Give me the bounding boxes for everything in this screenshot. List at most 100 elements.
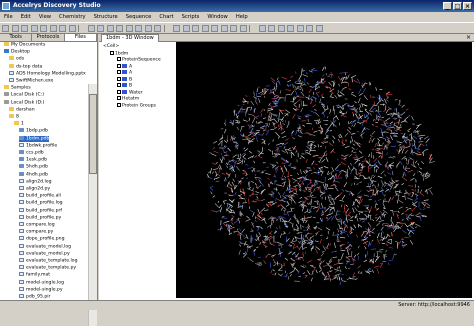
- menu-window[interactable]: Window: [203, 12, 231, 22]
- tree-item[interactable]: ods: [9, 56, 24, 62]
- menu-sequence[interactable]: Sequence: [122, 12, 156, 22]
- tree-item[interactable]: build_profile.py: [19, 215, 61, 221]
- tree-item[interactable]: darshan: [9, 107, 35, 113]
- tree-item[interactable]: 1bdwk.profile: [19, 143, 57, 149]
- tab-tools[interactable]: Tools: [0, 34, 32, 41]
- hierarchy-item[interactable]: B: [117, 83, 132, 89]
- tree-item[interactable]: 1bdm.pdb: [19, 136, 49, 142]
- tree-item[interactable]: compare.log: [19, 222, 55, 228]
- toolbar-button[interactable]: [135, 25, 142, 32]
- tree-item[interactable]: evaluate_model.log: [19, 244, 71, 250]
- toolbar-button[interactable]: [126, 25, 133, 32]
- toolbar-button[interactable]: [230, 25, 237, 32]
- toolbar-button[interactable]: [306, 25, 313, 32]
- toolbar-button[interactable]: [78, 25, 79, 32]
- toolbar-button[interactable]: [268, 25, 275, 32]
- toolbar-button[interactable]: [145, 25, 152, 32]
- tree-item[interactable]: build_profile.ali: [19, 193, 61, 199]
- visibility-checkbox[interactable]: [117, 103, 121, 107]
- visibility-checkbox[interactable]: [117, 90, 121, 94]
- tree-item[interactable]: Local Disk (C:): [4, 92, 44, 98]
- hierarchy-item[interactable]: B: [117, 77, 132, 83]
- hierarchy-item[interactable]: A: [117, 64, 132, 70]
- toolbar-button[interactable]: [173, 25, 180, 32]
- tree-item[interactable]: ds-top data: [9, 64, 42, 70]
- tree-item[interactable]: model-single.log: [19, 280, 64, 286]
- tree-item[interactable]: evaluate_template.py: [19, 265, 76, 271]
- toolbar-button[interactable]: [211, 25, 218, 32]
- tree-item[interactable]: model-single.py: [19, 287, 63, 293]
- tree-item[interactable]: build_profile.log: [19, 200, 63, 206]
- close-button[interactable]: ×: [463, 2, 472, 10]
- toolbar-button[interactable]: [297, 25, 304, 32]
- menu-scripts[interactable]: Scripts: [178, 12, 204, 22]
- protein-structure[interactable]: [176, 42, 472, 298]
- tree-item[interactable]: ccs.pdb: [19, 150, 44, 156]
- toolbar-button[interactable]: [287, 25, 294, 32]
- toolbar-button[interactable]: [2, 25, 9, 32]
- toolbar-button[interactable]: [69, 25, 76, 32]
- toolbar-button[interactable]: [88, 25, 95, 32]
- tree-item[interactable]: ADS Homology Modelling.pptx: [9, 71, 86, 77]
- tree-item[interactable]: 8: [9, 114, 19, 120]
- document-tab[interactable]: 1bdm - 3D Window: [101, 34, 159, 42]
- toolbar-button[interactable]: [221, 25, 228, 32]
- hierarchy-item[interactable]: <Cell>: [103, 44, 119, 50]
- visibility-checkbox[interactable]: [117, 70, 121, 74]
- hierarchy-item[interactable]: A: [117, 70, 132, 76]
- toolbar-button[interactable]: [50, 25, 57, 32]
- menu-structure[interactable]: Structure: [90, 12, 122, 22]
- toolbar-button[interactable]: [259, 25, 266, 32]
- tree-item[interactable]: evaluate_template.log: [19, 258, 78, 264]
- toolbar-button[interactable]: [31, 25, 38, 32]
- tree-item[interactable]: My Documents: [4, 42, 45, 48]
- menu-view[interactable]: View: [35, 12, 55, 22]
- tree-item[interactable]: 4hdh.pdb: [19, 172, 48, 178]
- toolbar-button[interactable]: [240, 25, 247, 32]
- tree-item[interactable]: 1bdp.pdb: [19, 128, 48, 134]
- tree-item[interactable]: build_profile.prf: [19, 208, 62, 214]
- visibility-checkbox[interactable]: [117, 64, 121, 68]
- hierarchy-item[interactable]: Protein Groups: [117, 103, 156, 109]
- visibility-checkbox[interactable]: [117, 96, 121, 100]
- tree-item[interactable]: 5hdh.pdb: [19, 164, 48, 170]
- toolbar-button[interactable]: [97, 25, 104, 32]
- tree-item[interactable]: Desktop: [4, 49, 30, 55]
- toolbar-button[interactable]: [59, 25, 66, 32]
- menu-chart[interactable]: Chart: [155, 12, 177, 22]
- file-tree-scrollbar[interactable]: [88, 84, 97, 326]
- toolbar-button[interactable]: [316, 25, 323, 32]
- toolbar-button[interactable]: [192, 25, 199, 32]
- tree-item[interactable]: evaluate_model.py: [19, 251, 70, 257]
- tree-item[interactable]: 1esk.pdb: [19, 157, 47, 163]
- tree-item[interactable]: SwiftMichen.exe: [9, 78, 53, 84]
- minimize-button[interactable]: _: [443, 2, 452, 10]
- visibility-checkbox[interactable]: [117, 57, 121, 61]
- tree-item[interactable]: Local Disk (D:): [4, 100, 44, 106]
- tree-item[interactable]: 1: [14, 121, 24, 127]
- toolbar-button[interactable]: [21, 25, 28, 32]
- visibility-checkbox[interactable]: [110, 51, 114, 55]
- tree-item[interactable]: compare.py: [19, 229, 53, 235]
- tree-item[interactable]: dope_profile.png: [19, 236, 64, 242]
- toolbar-button[interactable]: [116, 25, 123, 32]
- toolbar-button[interactable]: [12, 25, 19, 32]
- toolbar-button[interactable]: [154, 25, 161, 32]
- tree-item[interactable]: align2d.py: [19, 186, 50, 192]
- tab-files[interactable]: Files: [65, 34, 97, 41]
- toolbar-button[interactable]: [164, 25, 165, 32]
- menu-file[interactable]: File: [0, 12, 17, 22]
- toolbar-button[interactable]: [278, 25, 285, 32]
- toolbar-button[interactable]: [202, 25, 209, 32]
- menu-edit[interactable]: Edit: [17, 12, 35, 22]
- visibility-checkbox[interactable]: [117, 83, 121, 87]
- menu-help[interactable]: Help: [232, 12, 252, 22]
- toolbar-button[interactable]: [107, 25, 114, 32]
- maximize-button[interactable]: □: [453, 2, 462, 10]
- hierarchy-item[interactable]: Water: [117, 90, 143, 96]
- hierarchy-item[interactable]: ProteinSequence: [117, 57, 161, 63]
- menu-chemistry[interactable]: Chemistry: [55, 12, 90, 22]
- tree-item[interactable]: Samples: [4, 85, 31, 91]
- tree-item[interactable]: family.mat: [19, 272, 50, 278]
- toolbar-button[interactable]: [183, 25, 190, 32]
